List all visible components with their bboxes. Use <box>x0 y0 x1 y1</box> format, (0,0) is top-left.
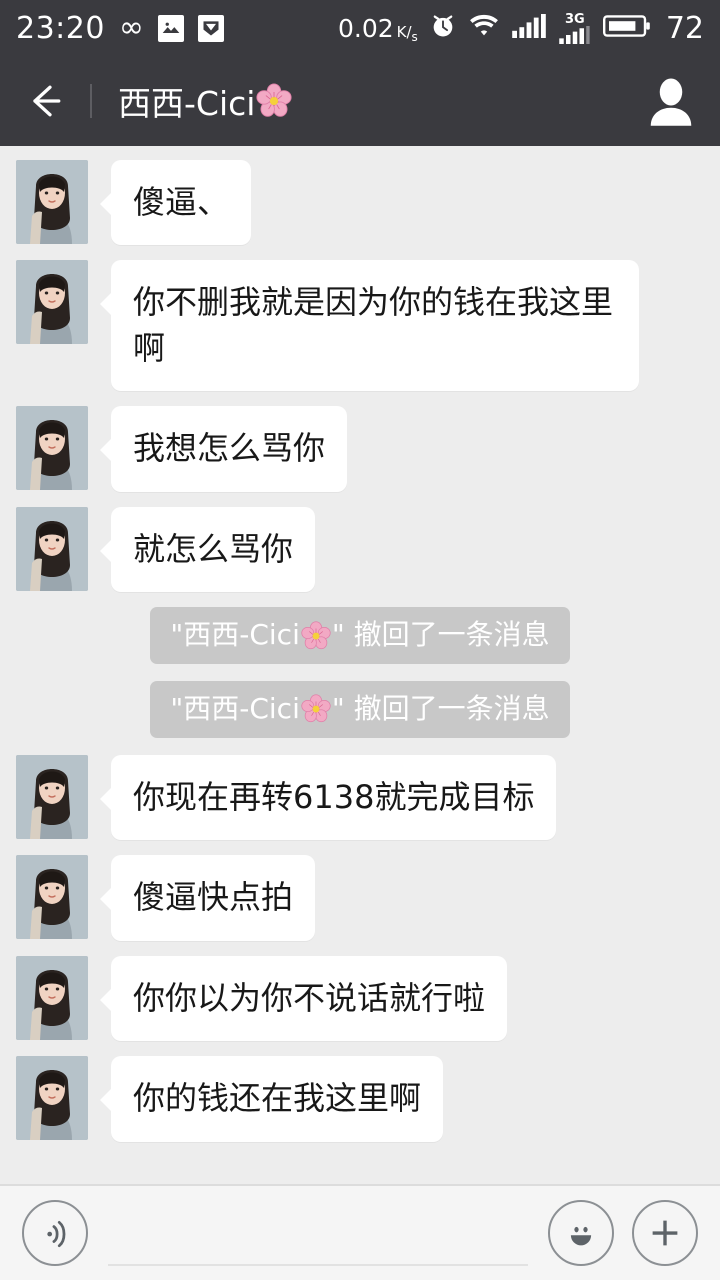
status-bar-left: 23:20 ∞ <box>16 11 224 46</box>
message-row-incoming: 我想怎么骂你 <box>0 406 720 492</box>
back-button[interactable] <box>22 78 68 124</box>
voice-input-button[interactable] <box>22 1200 88 1266</box>
recall-notice-suffix: " 撤回了一条消息 <box>331 618 550 652</box>
alarm-clock-icon <box>429 12 457 44</box>
page-title: 西西-Cici <box>118 77 292 125</box>
status-bar: 23:20 ∞ 0.02 K/s 3G 72 <box>0 0 720 56</box>
wechat-chat-screen: 23:20 ∞ 0.02 K/s 3G 72 西西-Cici 傻逼、 你不删我就… <box>0 0 720 1280</box>
message-row-incoming: 你你以为你不说话就行啦 <box>0 955 720 1042</box>
message-bubble[interactable]: 你现在再转6138就完成目标 <box>111 754 557 841</box>
bubble-wrap: 你现在再转6138就完成目标 <box>100 754 557 841</box>
bubble-tail <box>100 786 112 811</box>
recall-notice-suffix: " 撤回了一条消息 <box>331 691 550 725</box>
avatar[interactable] <box>16 160 88 244</box>
nav-bar: 西西-Cici <box>0 56 720 146</box>
avatar[interactable] <box>16 406 88 491</box>
bubble-tail <box>100 887 112 912</box>
avatar[interactable] <box>16 855 88 940</box>
avatar[interactable] <box>16 260 88 345</box>
bubble-wrap: 就怎么骂你 <box>100 506 316 593</box>
signal-3g-icon: 3G <box>558 13 592 44</box>
cherry-blossom-icon <box>301 694 331 724</box>
bubble-wrap: 傻逼快点拍 <box>100 855 316 941</box>
network-speed: 0.02 K/s <box>337 13 418 44</box>
system-message-row: "西西-Cici " 撤回了一条消息 <box>0 607 720 664</box>
bubble-tail <box>100 1088 112 1113</box>
nav-divider <box>90 84 92 118</box>
status-bar-right: 0.02 K/s 3G 72 <box>338 11 704 46</box>
recall-notice-prefix: "西西-Cici <box>170 618 300 652</box>
bubble-tail <box>100 987 112 1012</box>
battery-percent: 72 <box>665 10 704 46</box>
contact-profile-button[interactable] <box>644 74 698 128</box>
avatar[interactable] <box>16 955 88 1040</box>
message-bubble[interactable]: 傻逼、 <box>111 160 252 246</box>
battery-icon <box>602 13 651 43</box>
cherry-blossom-icon <box>256 83 292 119</box>
avatar[interactable] <box>16 754 88 839</box>
bubble-tail <box>100 538 112 563</box>
bubble-tail <box>100 438 112 463</box>
bubble-wrap: 傻逼、 <box>100 160 252 246</box>
bubble-tail <box>100 292 112 317</box>
system-message-row: "西西-Cici " 撤回了一条消息 <box>0 680 720 738</box>
recall-notice: "西西-Cici " 撤回了一条消息 <box>150 607 570 664</box>
avatar[interactable] <box>16 506 88 591</box>
more-actions-button[interactable] <box>632 1200 698 1266</box>
chat-title-text: 西西-Cici <box>118 84 256 123</box>
message-bubble[interactable]: 傻逼快点拍 <box>111 855 316 941</box>
bubble-wrap: 你不删我就是因为你的钱在我这里啊 <box>100 260 639 392</box>
input-bar <box>0 1184 720 1280</box>
message-row-incoming: 傻逼快点拍 <box>0 855 720 941</box>
message-bubble[interactable]: 你你以为你不说话就行啦 <box>111 955 508 1042</box>
wifi-icon <box>468 12 500 44</box>
message-bubble[interactable]: 就怎么骂你 <box>111 506 316 593</box>
avatar[interactable] <box>16 1056 88 1141</box>
bubble-wrap: 你你以为你不说话就行啦 <box>100 955 508 1042</box>
bubble-wrap: 你的钱还在我这里啊 <box>100 1056 444 1142</box>
emoji-button[interactable] <box>548 1200 614 1266</box>
message-bubble[interactable]: 你的钱还在我这里啊 <box>111 1056 444 1142</box>
message-row-incoming: 就怎么骂你 <box>0 506 720 593</box>
recall-notice-prefix: "西西-Cici <box>170 691 300 725</box>
signal-bars-icon <box>511 12 547 44</box>
message-bubble[interactable]: 我想怎么骂你 <box>111 406 348 492</box>
message-row-incoming: 你的钱还在我这里啊 <box>0 1056 720 1142</box>
bubble-tail <box>100 192 112 216</box>
message-list[interactable]: 傻逼、 你不删我就是因为你的钱在我这里啊 我想怎么骂你 就怎么骂你 "西西-Ci… <box>0 146 720 1184</box>
cherry-blossom-icon <box>301 620 331 651</box>
download-badge-icon <box>197 14 224 42</box>
status-time: 23:20 <box>16 10 105 46</box>
message-input[interactable] <box>108 1200 528 1266</box>
recall-notice: "西西-Cici " 撤回了一条消息 <box>150 680 570 738</box>
infinity-icon: ∞ <box>118 10 144 45</box>
message-row-incoming: 傻逼、 <box>0 160 720 246</box>
message-row-incoming: 你不删我就是因为你的钱在我这里啊 <box>0 260 720 392</box>
photo-icon <box>157 14 184 42</box>
message-row-incoming: 你现在再转6138就完成目标 <box>0 754 720 841</box>
message-bubble[interactable]: 你不删我就是因为你的钱在我这里啊 <box>111 260 639 392</box>
bubble-wrap: 我想怎么骂你 <box>100 406 348 492</box>
